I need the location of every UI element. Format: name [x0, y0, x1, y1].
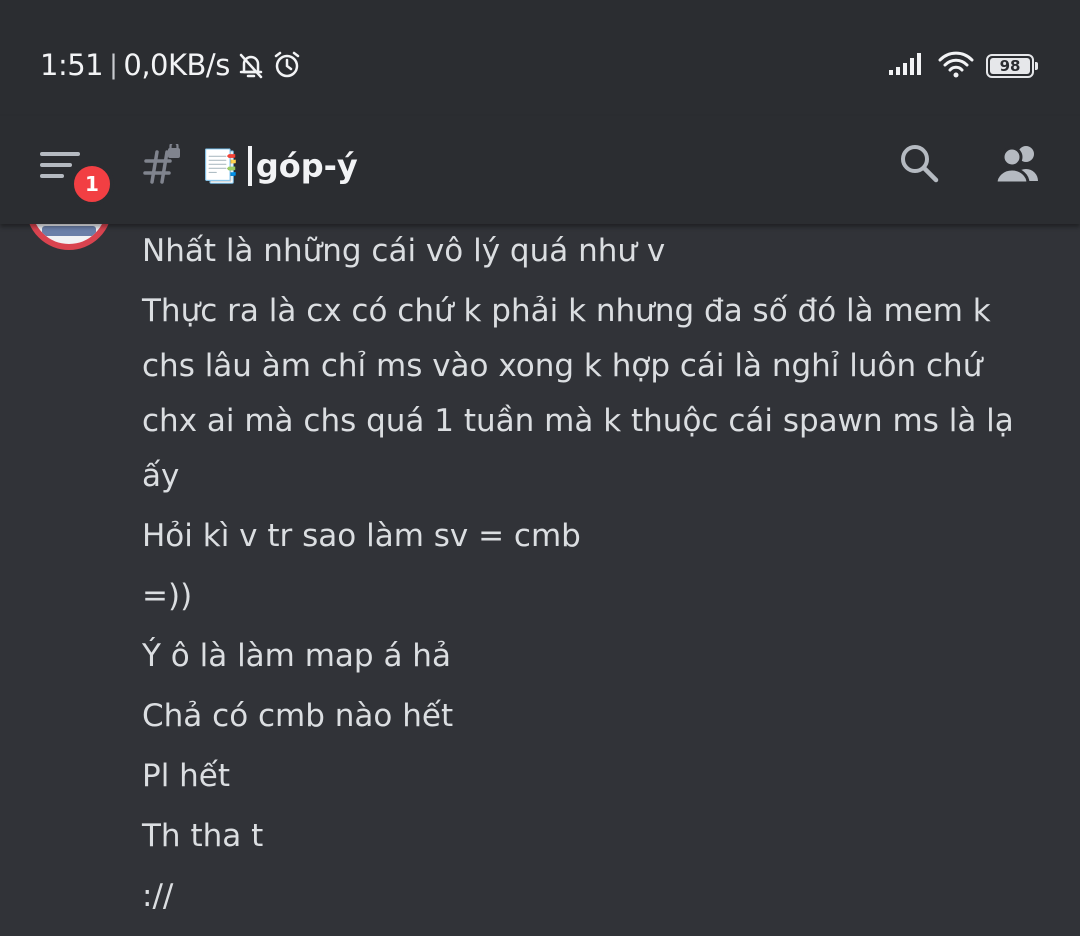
- channel-name: góp-ý: [255, 147, 358, 185]
- status-time: 1:51: [40, 48, 104, 82]
- alarm-icon: [272, 50, 302, 80]
- message-line: Pl hết: [142, 758, 231, 794]
- message-line: Hỏi kì v tr sao làm sv = cmb: [142, 518, 581, 554]
- channel-title[interactable]: 📑 góp-ý: [142, 141, 358, 188]
- status-left: 1:51 | 0,0KB/s: [40, 48, 302, 82]
- notification-badge: 1: [70, 162, 114, 206]
- message-line: ://: [142, 878, 174, 914]
- status-right: 98: [888, 50, 1038, 82]
- message-line: Nhất là những cái vô lý quá như v: [142, 233, 666, 269]
- muted-bell-icon: [236, 50, 266, 80]
- channel-emoji: 📑: [200, 147, 240, 185]
- battery-icon: 98: [986, 54, 1038, 78]
- members-button[interactable]: [994, 143, 1042, 187]
- battery-level: 98: [999, 57, 1021, 75]
- message-list: Nhất là những cái vô lý quá như v Thực r…: [142, 224, 1042, 924]
- search-button[interactable]: [898, 142, 940, 188]
- channel-header: 1 📑 góp-ý: [0, 116, 1080, 224]
- members-icon: [994, 146, 1042, 187]
- channel-divider: [247, 146, 252, 186]
- status-bar: 1:51 | 0,0KB/s 98: [0, 0, 1080, 116]
- message-line: Th tha t: [142, 818, 264, 854]
- message-line: Ý ô là làm map á hả: [142, 638, 451, 674]
- message-line: =)): [142, 578, 193, 614]
- message-area[interactable]: Nhất là những cái vô lý quá như v Thực r…: [0, 164, 1080, 936]
- status-separator: |: [109, 50, 118, 80]
- search-icon: [898, 145, 940, 188]
- menu-button[interactable]: 1: [36, 142, 114, 206]
- message-line: Chả có cmb nào hết: [142, 698, 454, 734]
- network-speed: 0,0KB/s: [123, 48, 230, 82]
- locked-hash-icon: [142, 141, 182, 188]
- header-actions: [898, 142, 1042, 188]
- signal-icon: [888, 52, 926, 80]
- wifi-icon: [938, 50, 974, 82]
- message-line: Thực ra là cx có chứ k phải k nhưng đa s…: [142, 293, 1014, 494]
